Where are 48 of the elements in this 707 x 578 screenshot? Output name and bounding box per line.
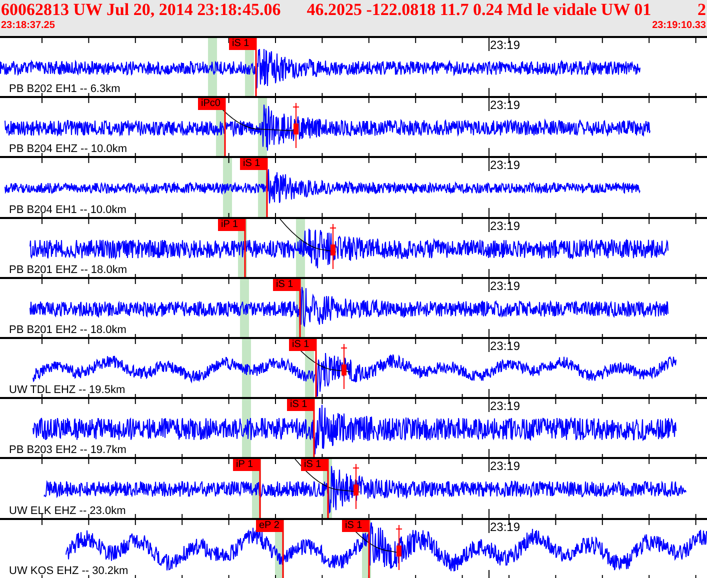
pick-flag[interactable]: iS 1: [229, 38, 256, 50]
amplitude-marker: [352, 464, 360, 510]
time-mark: 23:19: [490, 460, 520, 474]
station-label: PB B203 EH2 -- 19.7km: [9, 444, 126, 456]
amplitude-marker: [396, 524, 402, 570]
end-time: 23:19:10.33: [652, 19, 706, 33]
pick-flag[interactable]: eP 2: [256, 520, 283, 532]
time-mark: 23:19: [490, 340, 520, 353]
pick-line: [327, 459, 329, 520]
time-mark: 23:19: [490, 280, 520, 293]
pick-flag[interactable]: iS 1: [240, 158, 267, 170]
station-label: PB B204 EH1 -- 10.0km: [9, 204, 126, 216]
pick-line: [259, 459, 261, 520]
time-mark: 23:19: [490, 220, 520, 233]
station-label: UW TDL EHZ -- 19.5km: [9, 384, 126, 396]
pick-line: [255, 38, 257, 98]
amplitude-marker: [340, 343, 348, 390]
amplitude-marker: [292, 102, 300, 149]
station-label: PB B204 EHZ -- 10.0km: [9, 143, 127, 156]
event-info: 60062813 UW Jul 20, 2014 23:18:45.06: [1, 0, 281, 19]
pick-flag[interactable]: iS 1: [289, 338, 316, 351]
pick-flag[interactable]: iS 1: [287, 399, 314, 412]
pick-flag[interactable]: iS 1: [301, 459, 328, 472]
event-location: 46.2025 -122.0818 11.7 0.24 Md le vidale UW 01: [306, 0, 652, 19]
pick-flag[interactable]: iPc0: [198, 98, 225, 110]
station-label: PB B201 EHZ -- 18.0km: [9, 264, 127, 276]
pick-line: [282, 520, 284, 578]
pick-line: [266, 158, 268, 218]
time-mark: 23:19: [490, 400, 520, 414]
amplitude-marker: [330, 223, 336, 270]
pick-line: [224, 98, 226, 158]
event-extra: 2: [698, 0, 706, 19]
station-label: UW KOS EHZ -- 30.2km: [9, 564, 128, 577]
pick-line: [368, 520, 370, 578]
pick-line: [244, 218, 246, 279]
time-mark: 23:19: [490, 39, 520, 52]
pick-line: [299, 278, 301, 339]
pick-flag[interactable]: iP 1: [233, 459, 260, 472]
time-mark: 23:19: [490, 159, 520, 172]
station-label: PB B202 EH1 -- 6.3km: [9, 83, 120, 96]
time-mark: 23:19: [490, 99, 520, 112]
pick-flag[interactable]: iS 1: [342, 520, 369, 532]
station-label: UW ELK EHZ -- 23.0km: [9, 504, 126, 516]
time-mark: 23:19: [490, 520, 520, 534]
start-time: 23:18:37.25: [1, 19, 55, 33]
pick-flag[interactable]: iP 1: [218, 218, 245, 231]
station-label: PB B201 EH2 -- 18.0km: [9, 324, 126, 336]
pick-flag[interactable]: iS 1: [273, 278, 300, 291]
